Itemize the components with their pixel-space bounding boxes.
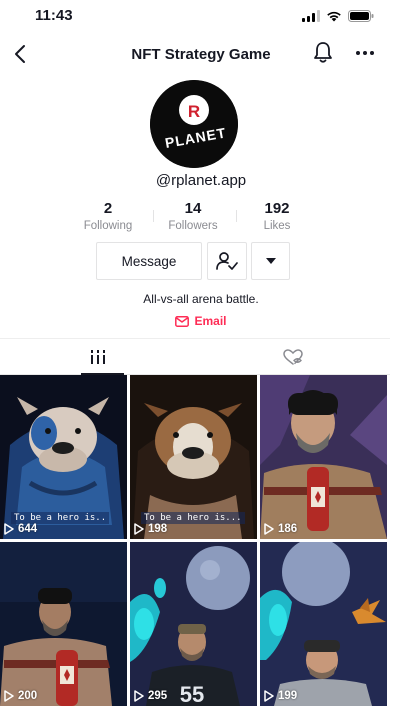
caret-down-icon bbox=[265, 258, 276, 264]
bio-text: All-vs-all arena battle. bbox=[143, 292, 259, 306]
notifications-button[interactable] bbox=[312, 40, 336, 66]
more-horizontal-icon bbox=[356, 51, 374, 55]
svg-text:55: 55 bbox=[180, 682, 204, 706]
stat-likes: 192 Likes bbox=[232, 200, 322, 233]
email-link[interactable]: Email bbox=[0, 314, 402, 328]
likes-label: Likes bbox=[263, 220, 291, 232]
play-count-value: 186 bbox=[278, 523, 298, 535]
heart-hidden-icon bbox=[282, 349, 303, 365]
play-count-value: 644 bbox=[18, 523, 38, 535]
video-thumbnail: 55 bbox=[130, 542, 257, 706]
cellular-signal-icon bbox=[302, 9, 320, 27]
video-grid: To be a hero is.. 644 To be a hero is...… bbox=[0, 375, 390, 720]
play-count: 198 bbox=[134, 523, 167, 535]
wifi-icon bbox=[326, 9, 342, 27]
video-tile[interactable]: To be a hero is... 198 bbox=[130, 375, 257, 539]
video-thumbnail bbox=[260, 542, 387, 706]
page-title: NFT Strategy Game bbox=[131, 46, 271, 63]
battery-icon bbox=[348, 9, 374, 27]
follow-status-button[interactable] bbox=[207, 242, 247, 280]
video-tile[interactable]: 55 295 bbox=[130, 542, 257, 706]
following-label: Following bbox=[83, 220, 133, 232]
tab-liked-private[interactable] bbox=[195, 339, 390, 375]
status-bar: 11:43 bbox=[0, 0, 402, 34]
suggested-accounts-button[interactable] bbox=[251, 242, 290, 280]
profile-header: NFT Strategy Game bbox=[0, 34, 402, 74]
bell-icon bbox=[314, 42, 332, 63]
message-button[interactable]: Message bbox=[96, 242, 202, 280]
content-tabs bbox=[0, 338, 390, 375]
play-count-value: 198 bbox=[148, 523, 168, 535]
play-icon bbox=[134, 523, 144, 535]
play-icon bbox=[134, 690, 144, 702]
play-icon bbox=[4, 523, 14, 535]
play-count: 295 bbox=[134, 690, 167, 702]
email-label: Email bbox=[194, 314, 227, 328]
stat-followers[interactable]: 14 Followers bbox=[148, 200, 238, 233]
play-icon bbox=[4, 690, 14, 702]
status-icons bbox=[302, 9, 374, 27]
play-count-value: 295 bbox=[148, 690, 168, 702]
play-icon bbox=[264, 690, 274, 702]
play-count: 200 bbox=[4, 690, 37, 702]
grid-bars-icon bbox=[90, 350, 105, 364]
video-tile[interactable]: To be a hero is.. 644 bbox=[0, 375, 127, 539]
video-tile[interactable]: 186 bbox=[260, 375, 387, 539]
video-thumbnail bbox=[0, 542, 127, 706]
envelope-icon bbox=[175, 315, 190, 327]
user-check-icon bbox=[216, 252, 238, 270]
play-count: 199 bbox=[264, 690, 297, 702]
following-count: 2 bbox=[103, 200, 113, 217]
video-tile[interactable]: 199 bbox=[260, 542, 387, 706]
play-count-value: 200 bbox=[18, 690, 38, 702]
more-options-button[interactable] bbox=[352, 40, 378, 66]
tab-videos[interactable] bbox=[0, 339, 195, 375]
likes-count: 192 bbox=[264, 200, 290, 217]
play-count: 186 bbox=[264, 523, 297, 535]
followers-label: Followers bbox=[168, 220, 218, 232]
rplanet-logo: R PLANET bbox=[150, 80, 238, 168]
video-thumbnail bbox=[260, 375, 387, 539]
play-icon bbox=[264, 523, 274, 535]
logo-letter: R bbox=[188, 102, 200, 121]
followers-count: 14 bbox=[184, 200, 202, 217]
avatar[interactable]: R PLANET bbox=[150, 80, 238, 168]
play-count: 644 bbox=[4, 523, 37, 535]
stat-following[interactable]: 2 Following bbox=[63, 200, 153, 233]
status-time: 11:43 bbox=[35, 7, 73, 24]
video-tile[interactable]: 200 bbox=[0, 542, 127, 706]
play-count-value: 199 bbox=[278, 690, 298, 702]
username: @rplanet.app bbox=[155, 172, 247, 189]
profile-stats: 2 Following 14 Followers 192 Likes bbox=[60, 200, 342, 236]
